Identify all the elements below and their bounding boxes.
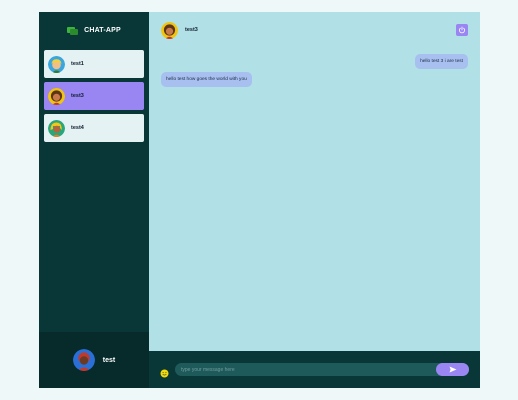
current-user: test [39, 332, 149, 388]
brand-title: CHAT-APP [84, 26, 121, 34]
curly-avatar-icon [48, 87, 65, 105]
send-button[interactable] [436, 363, 469, 376]
curly-avatar-icon [161, 21, 178, 39]
chat-panel: test3 hello test 3 i are test hello test… [149, 12, 480, 388]
contact-name: test3 [71, 93, 84, 99]
message-list: hello test 3 i are test hello test how g… [149, 48, 480, 351]
current-user-name: test [102, 356, 116, 364]
red-hair-avatar-icon [72, 349, 95, 371]
send-icon [449, 366, 456, 373]
smiley-icon[interactable] [160, 365, 169, 378]
message-bubble-received: hello test how goes the world with you [161, 72, 252, 87]
contact-name: test1 [71, 61, 84, 67]
message-bubble-sent: hello test 3 i are test [415, 54, 468, 69]
contact-list: test1 test3 test4 [39, 48, 149, 332]
message-input[interactable] [175, 363, 436, 376]
brand: CHAT-APP [39, 12, 149, 48]
contact-item-test4[interactable]: test4 [44, 114, 144, 142]
chat-contact-name: test3 [185, 27, 198, 33]
yellow-hair-avatar-icon [48, 119, 65, 137]
chat-app: CHAT-APP test1 test3 test4 test test3 he… [39, 12, 480, 388]
blond-avatar-icon [48, 55, 65, 73]
logout-button[interactable] [456, 24, 468, 36]
message-input-wrapper [175, 363, 469, 376]
sidebar: CHAT-APP test1 test3 test4 test [39, 12, 149, 388]
power-icon [459, 26, 465, 34]
chat-header: test3 [149, 12, 480, 48]
contact-name: test4 [71, 125, 84, 131]
chat-bubbles-icon [67, 26, 79, 35]
contact-item-test3[interactable]: test3 [44, 82, 144, 110]
contact-item-test1[interactable]: test1 [44, 50, 144, 78]
message-composer [149, 351, 480, 388]
